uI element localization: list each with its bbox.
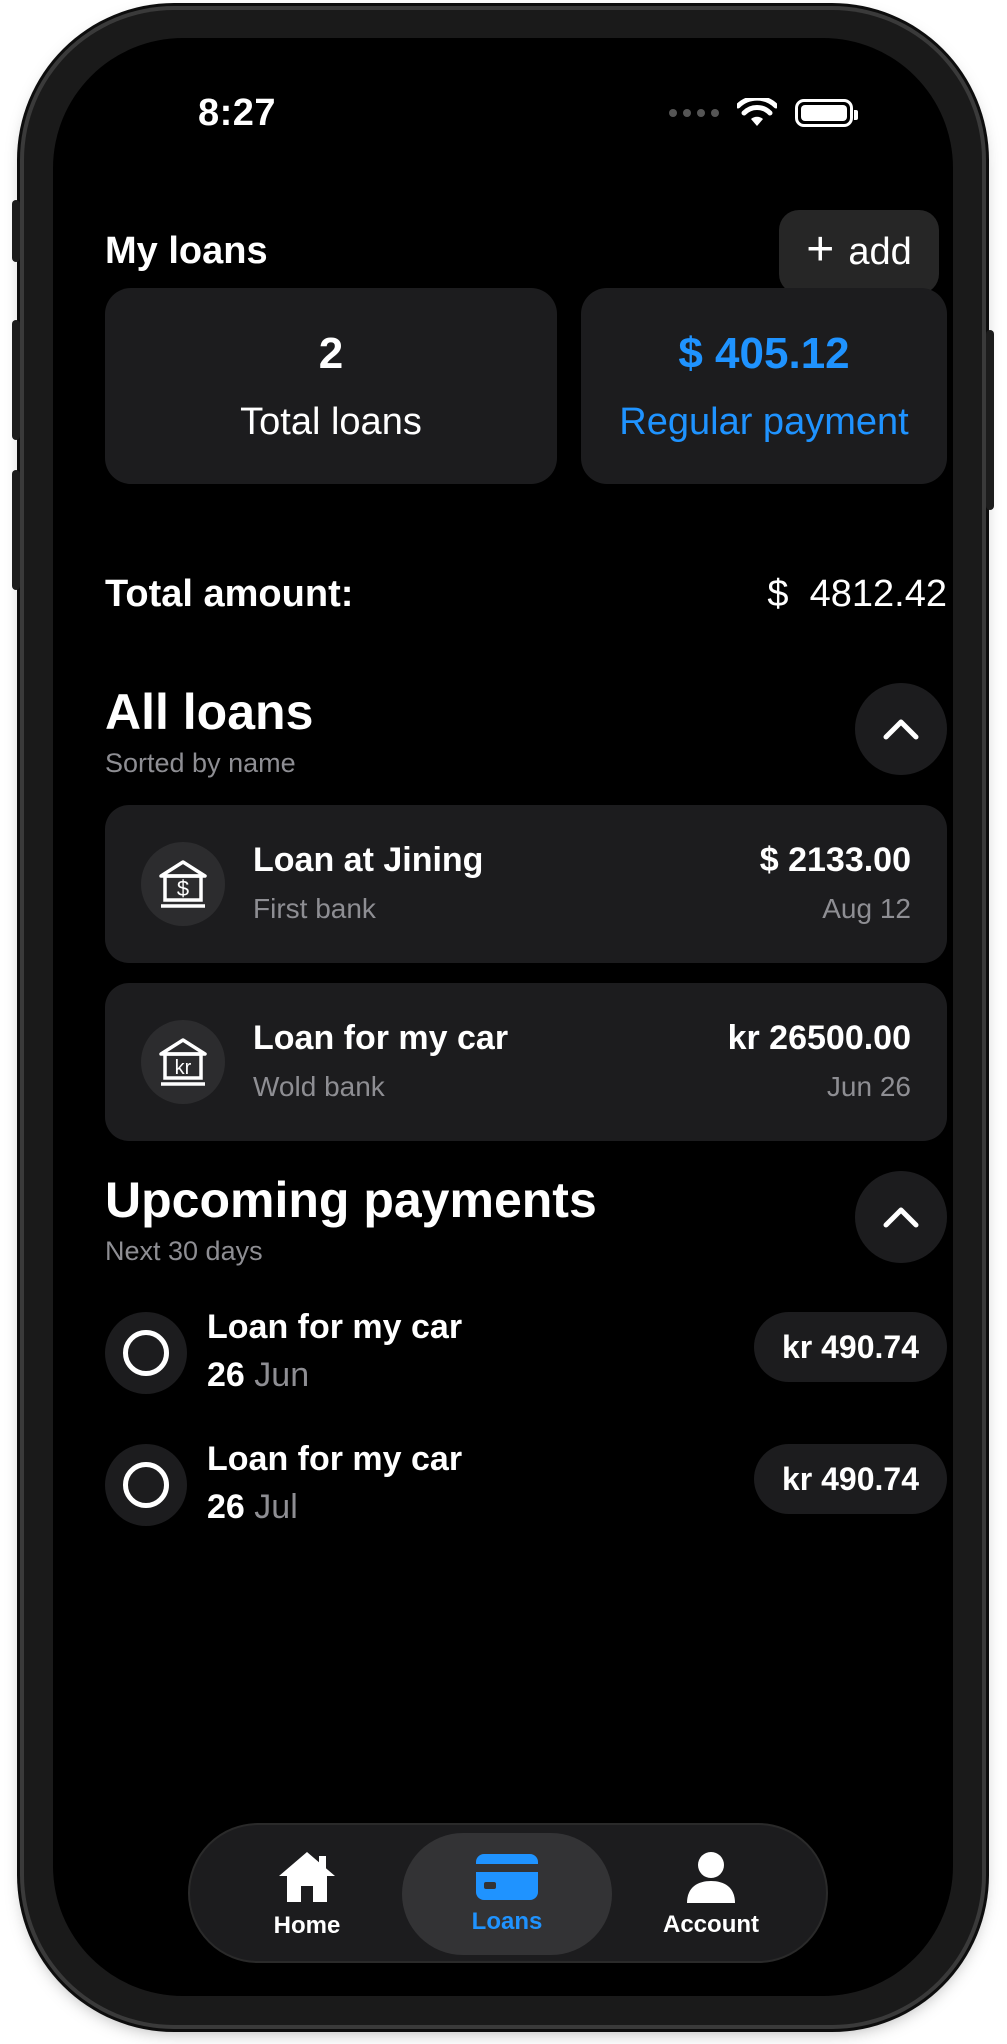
loan-bank: Wold bank xyxy=(253,1071,385,1102)
total-amount-label: Total amount: xyxy=(105,573,354,615)
upcoming-collapse-button[interactable] xyxy=(855,1171,947,1263)
total-loans-card: 2 Total loans xyxy=(105,288,557,484)
total-amount-currency: $ xyxy=(767,573,789,615)
battery-icon xyxy=(795,99,858,127)
tab-bar: Home Loans Account xyxy=(188,1823,828,1963)
volume-up-button xyxy=(12,320,20,440)
tab-label: Home xyxy=(273,1912,341,1939)
loan-amount: $ 2133.00 xyxy=(759,841,911,879)
all-loans-title: All loans xyxy=(105,684,314,740)
tab-label: Account xyxy=(663,1911,759,1938)
loan-date: Aug 12 xyxy=(822,893,911,924)
tab-loans[interactable]: Loans xyxy=(402,1833,612,1955)
status-icons xyxy=(669,98,858,128)
loan-name: Loan for my car xyxy=(253,1019,509,1057)
payment-checkbox[interactable] xyxy=(105,1444,187,1526)
screen: 8:27 My loans + add 2 Total loans $ 405.… xyxy=(53,38,953,1996)
all-loans-subtitle: Sorted by name xyxy=(105,748,296,778)
loan-date: Jun 26 xyxy=(826,1071,911,1102)
tab-label: Loans xyxy=(471,1908,543,1935)
upcoming-payments-title: Upcoming payments xyxy=(105,1172,597,1228)
regular-payment-card: $ 405.12 Regular payment xyxy=(581,288,947,484)
payment-amount: kr 490.74 xyxy=(753,1444,947,1514)
total-loans-label: Total loans xyxy=(240,400,422,443)
card-icon xyxy=(476,1854,538,1900)
chevron-up-icon xyxy=(883,719,919,740)
total-amount-number: 4812.42 xyxy=(809,573,947,615)
regular-payment-label: Regular payment xyxy=(619,400,909,443)
person-icon xyxy=(687,1852,735,1903)
svg-text:kr: kr xyxy=(175,1057,192,1079)
plus-icon: + xyxy=(806,223,835,276)
circle-icon xyxy=(123,1462,169,1508)
circle-icon xyxy=(123,1330,169,1376)
total-amount-value: $ 4812.42 xyxy=(767,573,947,616)
status-bar: 8:27 xyxy=(53,38,953,158)
payment-checkbox[interactable] xyxy=(105,1312,187,1394)
payment-day: 26 xyxy=(207,1356,245,1394)
payment-month: Jun xyxy=(254,1356,310,1394)
tab-home[interactable]: Home xyxy=(202,1833,412,1955)
add-label: add xyxy=(848,230,912,273)
loan-amount: kr 26500.00 xyxy=(727,1019,911,1057)
power-button xyxy=(986,330,994,510)
volume-down-button xyxy=(12,470,20,590)
loan-name: Loan at Jining xyxy=(253,841,484,879)
upcoming-payments-subtitle: Next 30 days xyxy=(105,1236,263,1266)
payment-item: Loan for my car 26 Jun kr 490.74 xyxy=(105,1308,947,1418)
wifi-icon xyxy=(737,98,777,126)
payment-name: Loan for my car xyxy=(207,1308,463,1346)
bank-dollar-icon: $ xyxy=(141,842,225,926)
all-loans-collapse-button[interactable] xyxy=(855,683,947,775)
payment-month: Jul xyxy=(254,1488,298,1526)
bank-krone-icon: kr xyxy=(141,1020,225,1104)
payment-amount: kr 490.74 xyxy=(753,1312,947,1382)
tab-account[interactable]: Account xyxy=(606,1833,816,1955)
total-loans-value: 2 xyxy=(318,328,344,378)
chevron-up-icon xyxy=(883,1207,919,1228)
house-icon xyxy=(279,1852,335,1902)
payment-date: 26 Jul xyxy=(207,1488,298,1527)
loan-card[interactable]: $ Loan at Jining First bank $ 2133.00 Au… xyxy=(105,805,947,963)
payment-date: 26 Jun xyxy=(207,1356,309,1395)
payment-day: 26 xyxy=(207,1488,245,1526)
regular-payment-value: $ 405.12 xyxy=(678,328,850,378)
loan-bank: First bank xyxy=(253,893,376,924)
phone-frame: 8:27 My loans + add 2 Total loans $ 405.… xyxy=(12,10,994,2025)
header: My loans + add xyxy=(53,210,939,294)
mute-switch xyxy=(12,200,20,262)
svg-text:$: $ xyxy=(177,876,189,901)
payment-name: Loan for my car xyxy=(207,1440,463,1478)
loan-card[interactable]: kr Loan for my car Wold bank kr 26500.00… xyxy=(105,983,947,1141)
page-title: My loans xyxy=(105,230,268,272)
status-time: 8:27 xyxy=(198,92,277,134)
signal-icon xyxy=(669,109,719,117)
payment-item: Loan for my car 26 Jul kr 490.74 xyxy=(105,1440,947,1550)
add-loan-button[interactable]: + add xyxy=(779,210,939,294)
